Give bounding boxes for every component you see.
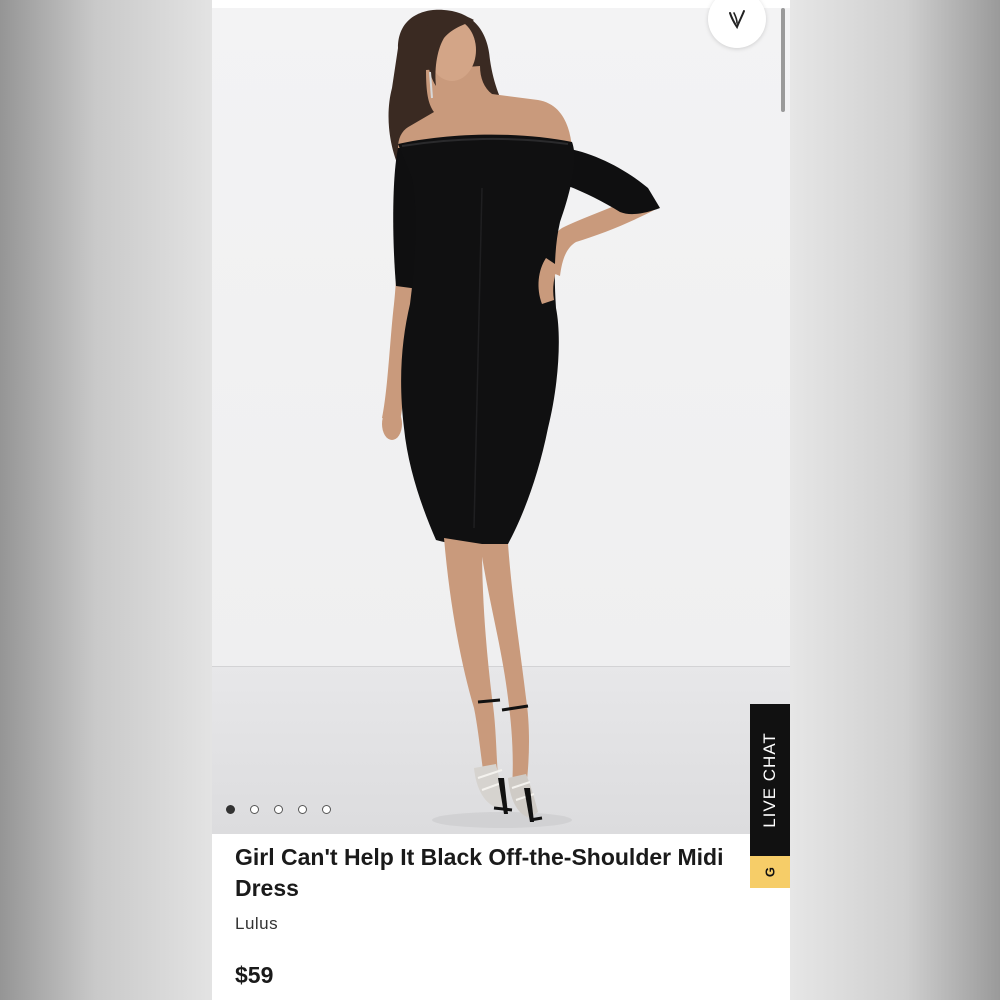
blurred-background-left: [0, 0, 212, 1000]
scrollbar[interactable]: [781, 8, 785, 112]
live-chat-label: LIVE CHAT: [760, 732, 779, 828]
gallery-pagination: [226, 805, 331, 814]
live-chat-accent[interactable]: G: [750, 856, 790, 888]
gallery-dot-3[interactable]: [274, 805, 283, 814]
top-strip: [212, 0, 790, 8]
product-page: LIVE CHAT G Girl Can't Help It Black Off…: [212, 0, 790, 1000]
gallery-dot-1[interactable]: [226, 805, 235, 814]
blurred-background-right: [790, 0, 1000, 1000]
gallery-dot-2[interactable]: [250, 805, 259, 814]
live-chat-accent-letter: G: [762, 866, 778, 878]
gallery-dot-5[interactable]: [322, 805, 331, 814]
heart-logo-icon: [729, 10, 745, 30]
product-price: $59: [235, 962, 274, 988]
gallery-dot-4[interactable]: [298, 805, 307, 814]
model-in-black-dress-photo: [382, 9, 660, 828]
live-chat-tab[interactable]: LIVE CHAT: [750, 704, 790, 856]
product-image-gallery[interactable]: [212, 8, 790, 834]
live-chat-button[interactable]: LIVE CHAT G: [750, 704, 790, 888]
product-title: Girl Can't Help It Black Off-the-Shoulde…: [235, 844, 724, 901]
brand-name[interactable]: Lulus: [235, 914, 278, 934]
